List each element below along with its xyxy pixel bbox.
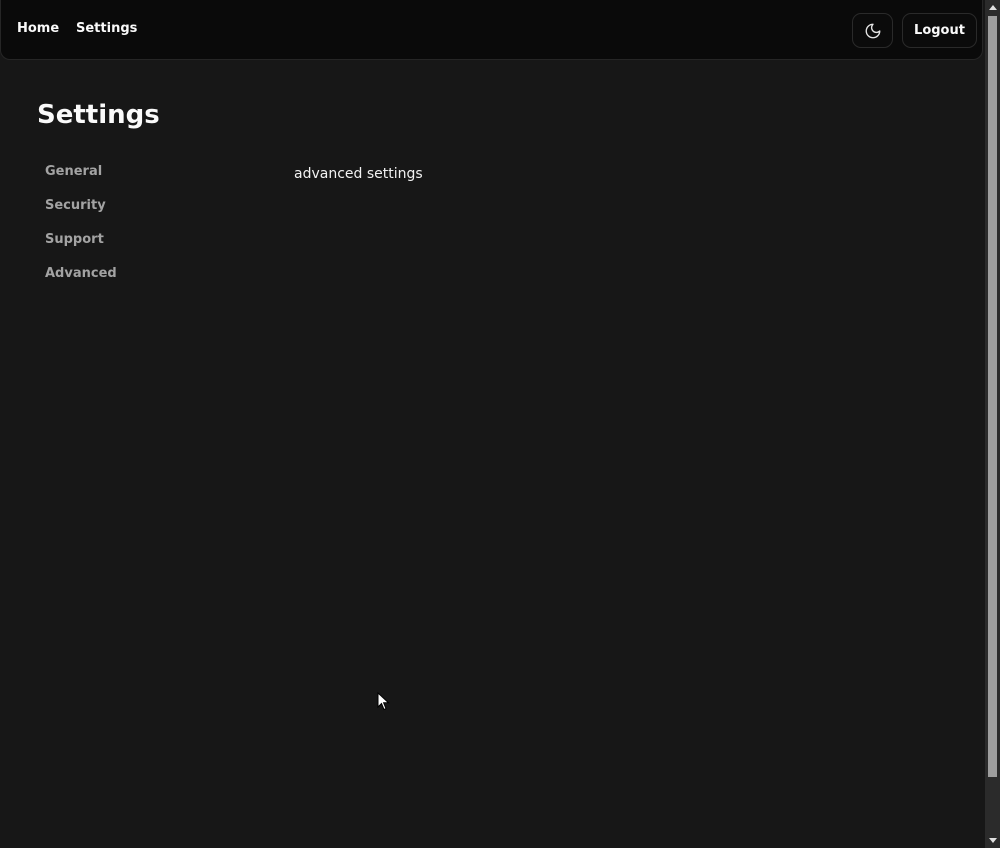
app-viewport: Home Settings Logout Settings General Se…	[0, 0, 985, 848]
logout-button[interactable]: Logout	[902, 13, 977, 48]
scroll-up-arrow-icon[interactable]	[985, 0, 1000, 15]
scroll-down-arrow-icon[interactable]	[985, 833, 1000, 848]
nav-link-settings[interactable]: Settings	[76, 21, 137, 36]
sidebar-item-general[interactable]: General	[45, 164, 117, 198]
sidebar-item-support[interactable]: Support	[45, 232, 117, 266]
advanced-settings-content: advanced settings	[294, 166, 423, 182]
moon-icon	[864, 22, 882, 40]
scrollbar-thumb[interactable]	[988, 16, 997, 777]
top-navbar: Home Settings Logout	[0, 0, 983, 60]
settings-sidebar: General Security Support Advanced	[45, 164, 117, 300]
nav-link-home[interactable]: Home	[17, 21, 59, 36]
mouse-cursor-icon	[377, 692, 390, 711]
vertical-scrollbar[interactable]	[985, 0, 1000, 848]
theme-toggle-button[interactable]	[852, 13, 893, 48]
sidebar-item-security[interactable]: Security	[45, 198, 117, 232]
sidebar-item-advanced[interactable]: Advanced	[45, 266, 117, 300]
page-title: Settings	[37, 100, 160, 130]
